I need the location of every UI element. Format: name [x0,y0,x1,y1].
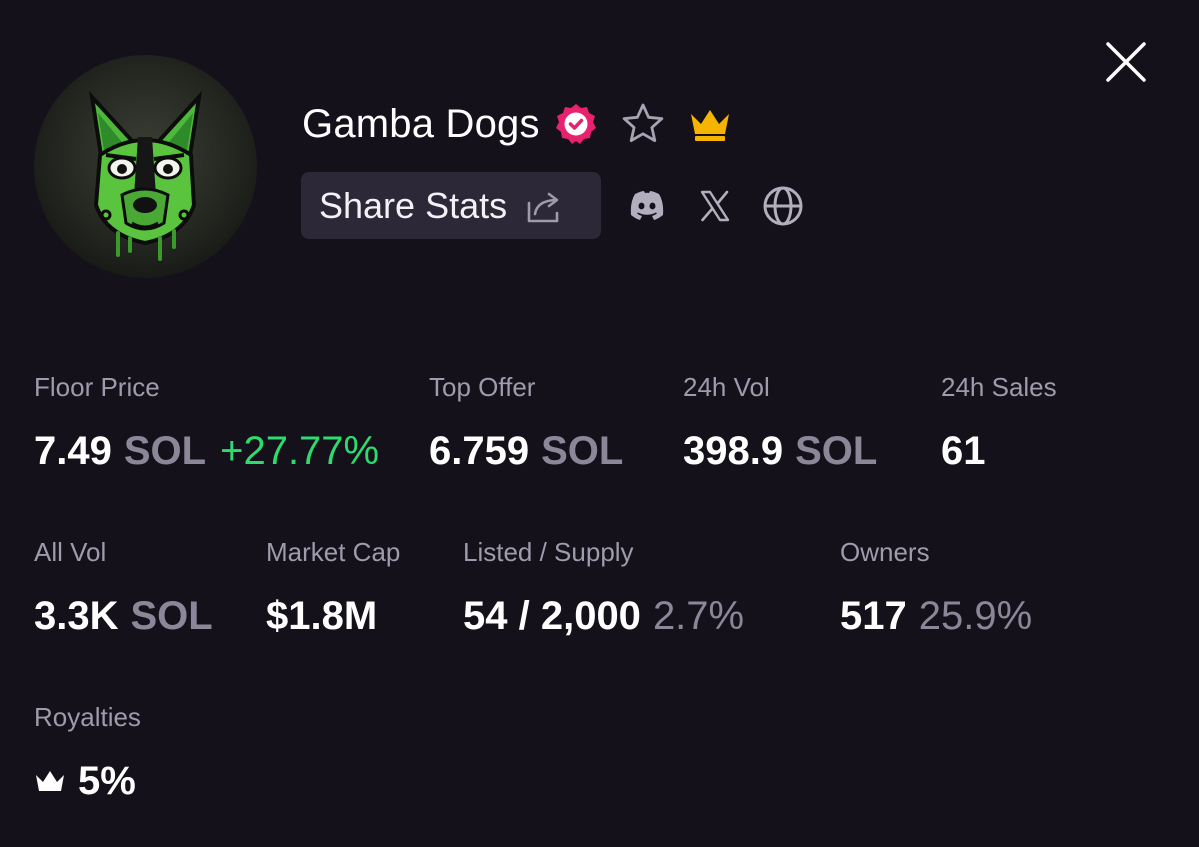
stat-change: +27.77% [220,429,380,473]
stat-unit: SOL [795,429,878,473]
stat-floor-price: Floor Price 7.49 SOL +27.77% [34,372,379,474]
globe-icon[interactable] [761,184,805,228]
close-icon [1106,42,1146,82]
stat-label: Market Cap [266,537,401,567]
crown-icon [36,770,64,791]
crown-icon [690,110,729,141]
stat-label: 24h Sales [941,372,1057,402]
stat-unit: SOL [130,594,213,638]
stat-unit: SOL [123,429,207,473]
stat-label: Owners [840,537,930,567]
x-icon[interactable] [693,184,737,228]
share-stats-button[interactable]: Share Stats [301,172,601,239]
stat-value: 517 [840,594,907,638]
stat-top-offer: Top Offer 6.759 SOL [429,372,623,474]
stat-label: 24h Vol [683,372,770,402]
stat-label: All Vol [34,537,107,567]
stat-24h-vol: 24h Vol 398.9 SOL [683,372,877,474]
stat-24h-sales: 24h Sales 61 [941,372,1057,474]
star-icon[interactable] [620,101,666,147]
stat-value: 7.49 [34,429,112,473]
stat-value: 5% [78,759,136,803]
title-row: Gamba Dogs [302,96,732,152]
actions-row: Share Stats [301,172,805,239]
share-icon [527,192,559,222]
stat-percent: 2.7% [652,594,745,638]
collection-avatar [34,55,257,278]
discord-icon[interactable] [625,184,669,228]
stat-label: Royalties [34,702,141,732]
stat-value: 6.759 [429,429,530,473]
stat-value: 398.9 [683,429,784,473]
stat-listed-supply: Listed / Supply 54 / 2,000 2.7% [463,537,744,639]
collection-title: Gamba Dogs [302,101,540,146]
stat-value: 54 / 2,000 [463,594,641,638]
stat-label: Floor Price [34,372,160,402]
stat-label: Listed / Supply [463,537,634,567]
stat-value: $1.8M [266,594,378,638]
stat-royalties: Royalties 5% [34,702,141,804]
stat-label: Top Offer [429,372,536,402]
stat-value: 61 [941,429,986,473]
verified-badge-icon [555,104,596,144]
stat-owners: Owners 517 25.9% [840,537,1032,639]
stat-market-cap: Market Cap $1.8M [266,537,400,639]
stat-all-vol: All Vol 3.3K SOL [34,537,213,639]
stat-percent: 25.9% [918,594,1033,638]
stat-unit: SOL [541,429,624,473]
close-button[interactable] [1100,36,1152,88]
stat-value: 3.3K [34,594,119,638]
share-stats-label: Share Stats [319,184,508,226]
